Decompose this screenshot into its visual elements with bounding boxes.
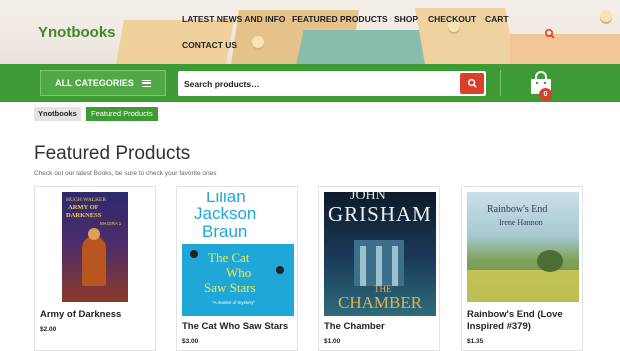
paw-icon [276,266,284,274]
header-hero: Ynotbooks LATEST NEWS AND INFO FEATURED … [0,0,620,64]
product-price: $1.00 [324,338,341,345]
product-name[interactable]: Army of Darkness [40,309,121,321]
breadcrumb-current: Featured Products [86,107,158,121]
cover-author: Irene Hannon [499,218,543,227]
breadcrumb-home[interactable]: Ynotbooks [34,107,81,121]
site-logo[interactable]: Ynotbooks [38,24,116,41]
product-price: $3.00 [182,338,199,345]
cover-author-line: Braun [202,222,248,241]
cover-title-line: ARMY OF [68,204,99,211]
toolbar-divider [500,70,501,96]
cover-title: Rainbow's End [487,204,548,215]
cover-title-line: Saw Stars [204,280,256,295]
cover-field [467,270,579,302]
product-image[interactable]: Lilian Jackson Braun The Cat Who Saw Sta… [182,192,294,316]
cover-author-line: Jackson [194,204,257,223]
search-button[interactable] [460,73,484,94]
all-categories-button[interactable]: ALL CATEGORIES [40,70,166,96]
product-image[interactable]: JOHN GRISHAM THE CHAMBER [324,192,436,316]
cover-tree [537,250,563,272]
cover-title-line: Who [226,265,252,280]
product-price: $2.00 [40,326,57,333]
menu-icon [141,79,151,87]
product-name[interactable]: Rainbow's End (Love Inspired #379) [467,309,579,333]
cover-title-line: DARKNESS [66,212,102,219]
product-card[interactable]: Rainbow's End Irene Hannon Rainbow's End… [461,186,583,351]
nav-featured-products[interactable]: FEATURED PRODUCTS [292,14,388,24]
nav-contact-us[interactable]: CONTACT US [182,40,237,50]
toolbar: ALL CATEGORIES [0,64,620,102]
search-icon [467,78,477,88]
all-categories-label: ALL CATEGORIES [55,78,134,88]
product-card[interactable]: HUGH WALKER ARMY OF DARKNESS MAGIRA 1 Ar… [34,186,156,351]
product-image[interactable]: Rainbow's End Irene Hannon [467,192,579,302]
cover-author-line: GRISHAM [328,202,432,226]
paw-icon [190,250,198,258]
cart-count-badge: 0 [539,88,552,101]
search-input[interactable] [184,74,454,93]
nav-cart[interactable]: CART [485,14,509,24]
product-search [178,71,486,96]
page-title: Featured Products [34,143,191,164]
product-card[interactable]: Lilian Jackson Braun The Cat Who Saw Sta… [176,186,298,351]
cover-title-line: The Cat [208,250,250,265]
product-name[interactable]: The Chamber [324,321,385,333]
nav-checkout[interactable]: CHECKOUT [428,14,476,24]
cover-column [360,246,366,286]
cover-blurb: "A master of mystery" [212,300,255,305]
cover-column [392,246,398,286]
product-card[interactable]: JOHN GRISHAM THE CHAMBER The Chamber $1.… [318,186,440,351]
nav-latest-news[interactable]: LATEST NEWS AND INFO [182,14,285,24]
cover-column [376,246,382,286]
nav-shop[interactable]: SHOP [394,14,418,24]
product-name[interactable]: The Cat Who Saw Stars [182,321,288,333]
cover-figure [82,236,106,286]
cover-author: HUGH WALKER [66,197,107,203]
page-subtitle: Check out our latest Books, be sure to c… [34,170,217,177]
cover-title-line: CHAMBER [338,293,423,312]
cover-figure-head [88,228,100,240]
cover-series: MAGIRA 1 [100,221,122,226]
product-image[interactable]: HUGH WALKER ARMY OF DARKNESS MAGIRA 1 [62,192,128,302]
search-icon[interactable] [544,27,556,39]
product-price: $1.35 [467,338,484,345]
